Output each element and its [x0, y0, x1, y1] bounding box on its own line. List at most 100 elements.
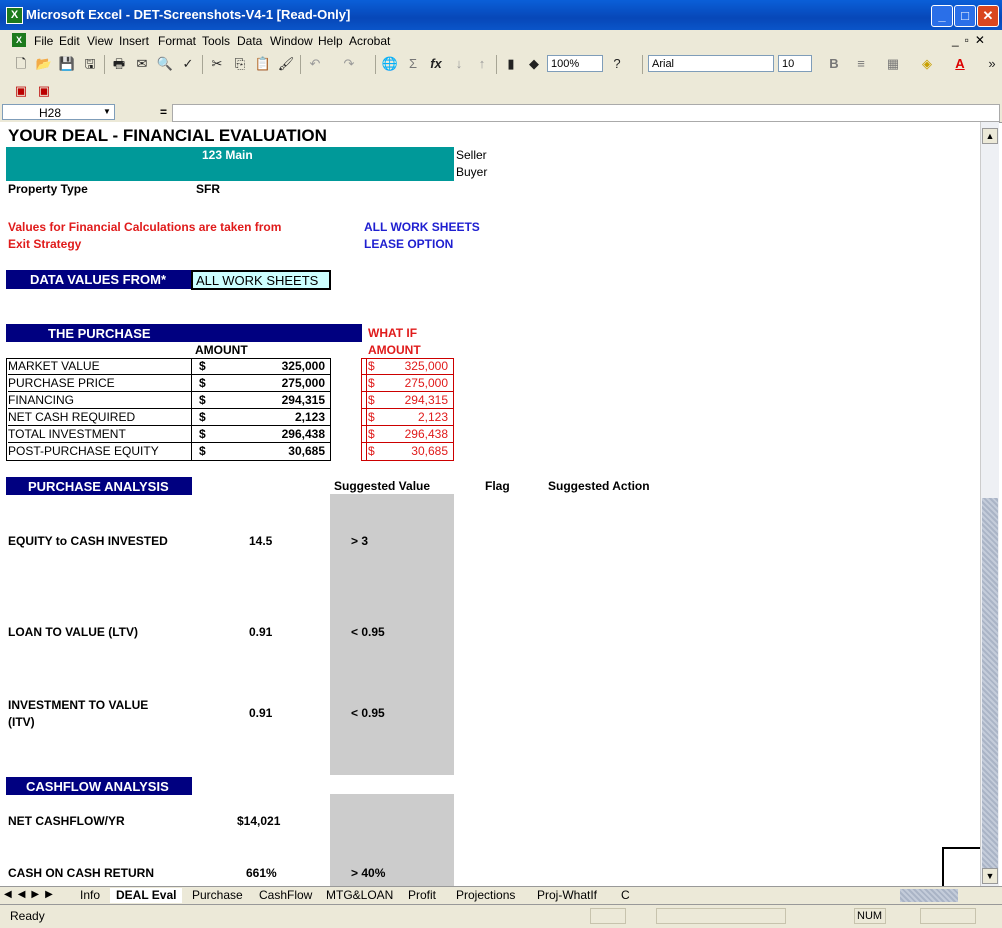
status-num: NUM	[854, 908, 886, 924]
tab-purchase[interactable]: Purchase	[186, 888, 249, 903]
tab-profit[interactable]: Profit	[402, 888, 442, 903]
print-preview-icon[interactable]: 🔍	[156, 55, 174, 73]
window-title: Microsoft Excel - DET-Screenshots-V4-1 […	[26, 7, 351, 22]
chevron-down-icon[interactable]: ▼	[100, 105, 114, 119]
fax-icon[interactable]: ✉	[133, 55, 151, 73]
status-panel	[920, 908, 976, 924]
tab-scroll-arrows[interactable]: ◀◀▶▶	[4, 889, 59, 900]
whatif-header-2: AMOUNT	[368, 343, 421, 357]
name-box[interactable]: H28	[2, 104, 115, 120]
pdf-convert-icon[interactable]: ▣	[12, 82, 30, 100]
font-color-icon[interactable]: A	[951, 55, 969, 73]
analysis-header-label: PURCHASE ANALYSIS	[28, 479, 169, 494]
data-source-select[interactable]: ALL WORK SHEETS	[191, 270, 331, 290]
menu-acrobat[interactable]: Acrobat	[349, 34, 390, 48]
scroll-down-arrow[interactable]: ▼	[982, 868, 998, 884]
paste-icon[interactable]: 📋	[254, 55, 272, 73]
chart-wizard-icon[interactable]: ▮	[502, 55, 520, 73]
formula-bar: H28 ▼ =	[0, 103, 1002, 123]
menu-view[interactable]: View	[87, 34, 113, 48]
fill-color-icon[interactable]: ◈	[918, 55, 936, 73]
scroll-up-arrow[interactable]: ▲	[982, 128, 998, 144]
menu-file[interactable]: File	[34, 34, 53, 48]
drawing-icon[interactable]: ◆	[525, 55, 543, 73]
function-icon[interactable]: fx	[427, 55, 445, 73]
title-bar: X Microsoft Excel - DET-Screenshots-V4-1…	[0, 0, 1002, 30]
sort-ascending-icon[interactable]: ↓	[450, 55, 468, 73]
menu-insert[interactable]: Insert	[119, 34, 149, 48]
pdf-email-icon[interactable]: ▣	[35, 82, 53, 100]
toolbar-options-icon[interactable]: »	[983, 55, 1001, 73]
font-size-select[interactable]: 10	[778, 55, 812, 72]
menu-window[interactable]: Window	[270, 34, 313, 48]
align-icon[interactable]: ≡	[852, 55, 870, 73]
whatif-row-amount: 325,000	[404, 359, 448, 373]
zoom-select[interactable]: 100%	[547, 55, 603, 72]
address-bar: 123 Main	[6, 147, 454, 181]
tab-projections[interactable]: Projections	[450, 888, 521, 903]
purchase-row-label: NET CASH REQUIRED	[8, 409, 191, 426]
toolbar-separator	[642, 55, 643, 74]
tab-deal-eval[interactable]: DEAL Eval	[110, 888, 183, 903]
tab-mtg-loan[interactable]: MTG&LOAN	[320, 888, 399, 903]
vertical-scrollbar[interactable]: ▲ ▼	[980, 122, 999, 886]
toolbar-separator	[104, 55, 105, 74]
formula-input[interactable]	[172, 104, 1000, 122]
metric-value: 0.91	[249, 625, 273, 639]
tab-proj-whatif[interactable]: Proj-WhatIf	[531, 888, 603, 903]
menu-data[interactable]: Data	[237, 34, 262, 48]
purchase-row-currency: $	[199, 410, 206, 424]
suggested-value-header: Suggested Value	[334, 479, 431, 493]
autosum-icon[interactable]: Σ	[404, 55, 422, 73]
open-icon[interactable]: 📂	[35, 55, 53, 73]
cashflow-header-label: CASHFLOW ANALYSIS	[26, 779, 169, 794]
metric-value: 14.5	[249, 534, 273, 548]
horizontal-scroll-thumb[interactable]	[900, 889, 958, 902]
new-icon[interactable]: 🗋	[12, 55, 30, 73]
data-values-label: DATA VALUES FROM*	[30, 272, 167, 287]
bold-button[interactable]: B	[825, 55, 843, 73]
font-select[interactable]: Arial	[648, 55, 774, 72]
purchase-row-amount: 294,315	[281, 393, 325, 407]
maximize-button[interactable]: □	[954, 5, 976, 27]
cut-icon[interactable]: ✂	[208, 55, 226, 73]
copy-icon[interactable]: ⎘	[231, 55, 249, 73]
property-type-label: Property Type	[8, 182, 88, 196]
toolbar-separator	[375, 55, 376, 74]
sort-descending-icon[interactable]: ↑	[473, 55, 491, 73]
redo-icon[interactable]: ↷	[340, 55, 358, 73]
tab-c[interactable]: C	[615, 888, 636, 903]
spelling-icon[interactable]: ✓	[179, 55, 197, 73]
worksheet[interactable]: YOUR DEAL - FINANCIAL EVALUATION 123 Mai…	[0, 122, 980, 886]
metric-label: EQUITY to CASH INVESTED	[8, 534, 168, 548]
close-button[interactable]: ✕	[977, 5, 999, 27]
minimize-button[interactable]: _	[931, 5, 953, 27]
purchase-row-currency: $	[199, 444, 206, 458]
purchase-row-currency: $	[199, 427, 206, 441]
data-values-header: DATA VALUES FROM*	[6, 270, 192, 289]
print-icon[interactable]: 🖶	[110, 55, 128, 73]
workbook-icon[interactable]: X	[12, 33, 26, 47]
tab-info[interactable]: Info	[74, 888, 106, 903]
whatif-row-currency: $	[368, 376, 375, 390]
menu-edit[interactable]: Edit	[59, 34, 80, 48]
save-icon[interactable]: 💾	[58, 55, 76, 73]
status-panel	[656, 908, 786, 924]
excel-app-icon[interactable]: X	[6, 7, 23, 24]
menu-format[interactable]: Format	[158, 34, 196, 48]
metric-label: LOAN TO VALUE (LTV)	[8, 625, 138, 639]
purchase-row-label: POST-PURCHASE EQUITY	[8, 444, 159, 458]
tab-cashflow[interactable]: CashFlow	[253, 888, 318, 903]
permission-icon[interactable]: 🖫	[81, 55, 99, 73]
help-icon[interactable]: ?	[608, 55, 626, 73]
format-painter-icon[interactable]: 🖌	[277, 55, 295, 73]
menu-help[interactable]: Help	[318, 34, 343, 48]
hyperlink-icon[interactable]: 🌐	[381, 55, 399, 73]
metric-suggested: > 3	[351, 534, 369, 548]
undo-icon[interactable]: ↶	[306, 55, 324, 73]
borders-icon[interactable]: ▦	[884, 55, 902, 73]
scroll-thumb[interactable]	[982, 498, 998, 868]
cashflow-header: CASHFLOW ANALYSIS	[6, 777, 192, 795]
menu-tools[interactable]: Tools	[202, 34, 230, 48]
workbook-window-controls[interactable]: _▫✕	[952, 33, 991, 47]
